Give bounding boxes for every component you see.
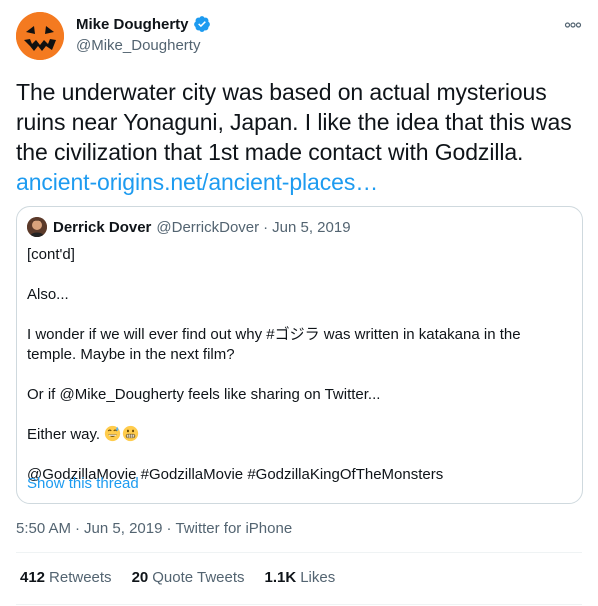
tweet: Mike Dougherty @Mike_Dougherty The under… — [0, 0, 598, 606]
quoted-line-emoji-row: Either way. — [27, 425, 567, 445]
tweet-meta: 5:50 AM · Jun 5, 2019 · Twitter for iPhone — [16, 520, 292, 537]
retweets-label: Retweets — [49, 569, 112, 586]
meta-separator: · — [75, 520, 81, 537]
quote-tweets-label: Quote Tweets — [152, 569, 245, 586]
tweet-link[interactable]: ancient-origins.net/ancient-places… — [16, 169, 378, 195]
tweet-time[interactable]: 5:50 AM — [16, 520, 71, 537]
quoted-author-name: Derrick Dover — [53, 218, 152, 236]
quoted-line: I wonder if we will ever find out why #ゴ… — [27, 326, 521, 363]
quoted-author-handle: @DerrickDover — [156, 218, 260, 236]
author-handle[interactable]: @Mike_Dougherty — [76, 37, 211, 54]
quoted-line: Or if @Mike_Dougherty feels like sharing… — [27, 386, 381, 403]
quoted-tweet-body: [cont'd] Also... I wonder if we will eve… — [27, 245, 567, 485]
quoted-line: Either way. — [27, 426, 101, 443]
quoted-tweet[interactable]: Derrick Dover @DerrickDover · Jun 5, 201… — [16, 206, 583, 504]
tweet-text: The underwater city was based on actual … — [16, 77, 582, 197]
meta-separator: · — [166, 520, 172, 537]
divider — [16, 604, 582, 605]
more-options-icon[interactable] — [564, 16, 582, 34]
quoted-line: [cont'd] — [27, 246, 75, 263]
retweets-stat[interactable]: 412 Retweets — [20, 569, 112, 586]
tweet-date[interactable]: Jun 5, 2019 — [84, 520, 162, 537]
author-block: Mike Dougherty @Mike_Dougherty — [76, 14, 211, 54]
likes-label: Likes — [300, 569, 336, 586]
quote-tweets-count: 20 — [131, 569, 149, 586]
tweet-source[interactable]: Twitter for iPhone — [175, 520, 292, 537]
show-thread-link[interactable]: Show this thread — [27, 475, 139, 492]
grimace-emoji-icon — [122, 425, 139, 442]
sweat-smile-emoji-icon — [104, 425, 121, 442]
likes-count: 1.1K — [264, 569, 297, 586]
quote-tweets-stat[interactable]: 20 Quote Tweets — [132, 569, 245, 586]
tweet-body: The underwater city was based on actual … — [16, 79, 572, 165]
quoted-separator: · — [263, 218, 269, 236]
divider — [16, 552, 582, 553]
likes-stat[interactable]: 1.1K Likes — [265, 569, 336, 586]
quoted-author-avatar[interactable] — [27, 217, 47, 237]
quoted-line: Also... — [27, 286, 69, 303]
person-avatar-icon — [27, 217, 47, 237]
quoted-tweet-header: Derrick Dover @DerrickDover · Jun 5, 201… — [27, 217, 351, 237]
jack-o-lantern-icon — [16, 12, 64, 60]
retweets-count: 412 — [20, 569, 46, 586]
author-avatar[interactable] — [16, 12, 64, 60]
verified-badge-icon — [193, 15, 211, 33]
author-name[interactable]: Mike Dougherty — [76, 16, 189, 33]
tweet-stats: 412 Retweets 20 Quote Tweets 1.1K Likes — [20, 569, 355, 586]
quoted-date: Jun 5, 2019 — [272, 218, 351, 236]
